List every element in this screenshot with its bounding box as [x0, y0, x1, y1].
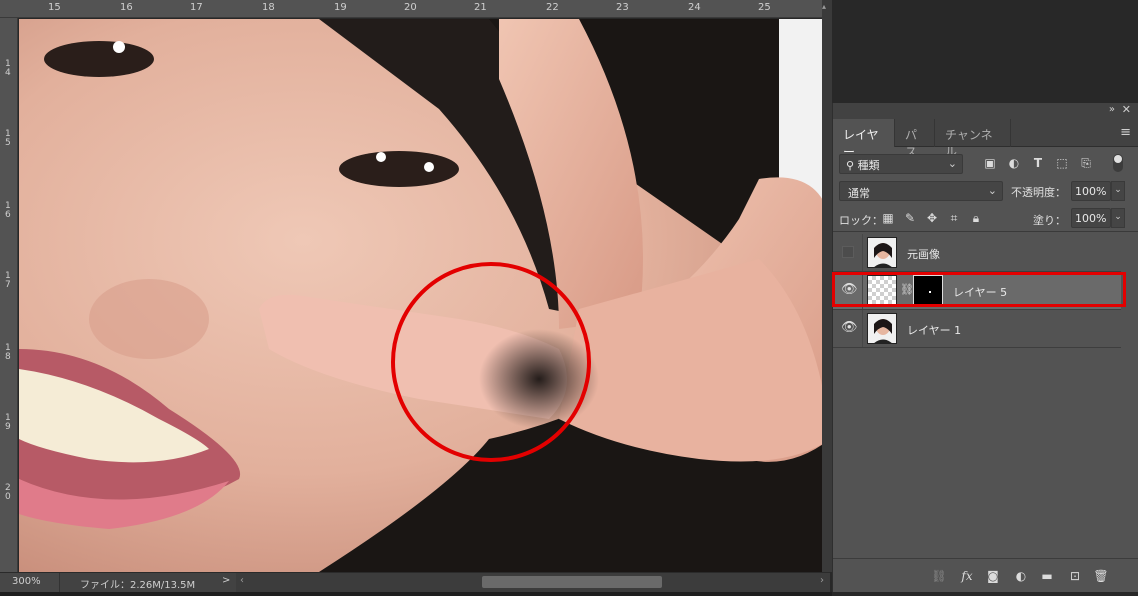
link-icon[interactable]: ⛓︎ — [900, 283, 914, 296]
smart-object-filter-icon[interactable]: ⎘ — [1079, 156, 1093, 170]
ruler-label: 17 — [190, 2, 203, 13]
lock-all-icon[interactable]: 🔒︎ — [969, 211, 983, 225]
ruler-label: 20 — [404, 2, 417, 13]
collapse-icon[interactable]: » — [1109, 104, 1115, 115]
opacity-label: 不透明度： — [1011, 186, 1066, 199]
status-bar: 300% ファイル：2.26M/13.5M > ‹ › — [0, 572, 830, 592]
scroll-thumb[interactable] — [482, 576, 662, 588]
ruler-label: 22 — [546, 2, 559, 13]
lock-position-icon[interactable]: ✥ — [925, 211, 939, 225]
ruler-label: 25 — [758, 2, 771, 13]
layer-thumbnail — [867, 275, 897, 306]
visibility-toggle[interactable]: 👁︎ — [833, 272, 863, 309]
fill-label: 塗り： — [1033, 214, 1066, 227]
adjustment-layer-icon[interactable]: ◐ — [1013, 568, 1029, 584]
visibility-toggle[interactable]: 👁︎ — [833, 310, 863, 347]
chevron-down-icon: ⌄ — [987, 184, 997, 197]
layers-panel: » ✕ レイヤー パス チャンネル ≡ ⚲ 種類 ⌄ ▣ ◐ T ⬚ ⎘ 通常 … — [832, 103, 1138, 592]
ruler-label: 18 — [5, 343, 11, 362]
eye-icon: 👁︎ — [841, 320, 858, 335]
fill-input[interactable]: 100% — [1071, 208, 1111, 228]
layer-row-layer5[interactable]: 👁︎ ⛓︎ レイヤー 5 — [833, 272, 1121, 310]
layer-name: レイヤー 1 — [907, 324, 962, 337]
fill-dropdown-icon[interactable]: ⌄ — [1111, 208, 1125, 228]
opacity-dropdown-icon[interactable]: ⌄ — [1111, 181, 1125, 201]
filter-label: 種類 — [857, 159, 880, 172]
ruler-label: 15 — [48, 2, 61, 13]
ruler-label: 19 — [334, 2, 347, 13]
zoom-level[interactable]: 300% — [0, 573, 60, 592]
scroll-right-icon[interactable]: › — [820, 575, 824, 586]
file-info: ファイル：2.26M/13.5M — [80, 580, 196, 591]
lock-row: ロック： ▦ ✎ ✥ ⌗ 🔒︎ 塗り： 100% ⌄ — [833, 205, 1138, 231]
photoshop-window: 15 16 17 18 19 20 21 22 23 24 25 14 15 1… — [0, 0, 1138, 596]
close-icon[interactable]: ✕ — [1122, 103, 1131, 116]
layer-thumbnail — [867, 313, 897, 344]
filter-toggle[interactable] — [1113, 154, 1123, 172]
panel-tabs: レイヤー パス チャンネル ≡ — [833, 119, 1138, 159]
ruler-label: 16 — [5, 201, 11, 220]
image-filter-icon[interactable]: ▣ — [983, 156, 997, 170]
layer-mask-thumbnail[interactable] — [913, 275, 943, 306]
scroll-up-icon[interactable]: ▴ — [822, 2, 826, 11]
filter-row: ⚲ 種類 ⌄ ▣ ◐ T ⬚ ⎘ — [833, 149, 1138, 177]
vertical-scrollbar[interactable]: ▴ — [822, 0, 832, 572]
search-icon: ⚲ — [846, 159, 855, 172]
ruler-label: 19 — [5, 413, 11, 432]
new-group-icon[interactable]: ▬ — [1039, 568, 1055, 584]
fx-icon[interactable]: fx — [959, 568, 975, 584]
layers-list: 元画像 👁︎ ⛓︎ レイヤー 5 👁︎ レイヤー 1 — [833, 231, 1138, 551]
chevron-down-icon: ⌄ — [947, 157, 957, 170]
document-canvas[interactable] — [19, 19, 830, 572]
opacity-input[interactable]: 100% — [1071, 181, 1111, 201]
panel-header: » ✕ — [833, 103, 1138, 119]
visibility-off-box — [842, 246, 854, 258]
ruler-label: 15 — [5, 129, 11, 148]
visibility-toggle[interactable] — [833, 234, 863, 271]
add-mask-icon[interactable]: ◙ — [985, 568, 1001, 584]
tab-layers[interactable]: レイヤー — [833, 119, 895, 159]
ruler-label: 14 — [5, 59, 11, 78]
ruler-label: 23 — [616, 2, 629, 13]
status-menu-arrow[interactable]: > — [222, 575, 230, 586]
scroll-left-icon[interactable]: ‹ — [240, 575, 244, 586]
link-layers-icon[interactable]: ⛓︎ — [931, 568, 947, 584]
lock-label: ロック： — [839, 214, 883, 227]
layer-name: 元画像 — [907, 248, 940, 261]
layer-name: レイヤー 5 — [953, 286, 1008, 299]
horizontal-ruler[interactable]: 15 16 17 18 19 20 21 22 23 24 25 — [0, 0, 830, 18]
adjustment-filter-icon[interactable]: ◐ — [1007, 156, 1021, 170]
ruler-label: 24 — [688, 2, 701, 13]
blend-mode-value: 通常 — [848, 187, 870, 200]
ruler-label: 20 — [5, 483, 11, 502]
layer-filter-select[interactable]: ⚲ 種類 ⌄ — [839, 154, 963, 174]
shape-filter-icon[interactable]: ⬚ — [1055, 156, 1069, 170]
eye-icon: 👁︎ — [841, 282, 858, 297]
layers-panel-toolbar: ⛓︎ fx ◙ ◐ ▬ ⊡ 🗑︎ — [833, 558, 1138, 592]
layer-thumbnail — [867, 237, 897, 268]
lock-transparent-icon[interactable]: ▦ — [881, 211, 895, 225]
tab-paths[interactable]: パス — [895, 119, 935, 159]
vertical-ruler[interactable]: 14 15 16 17 18 19 20 — [0, 18, 18, 572]
ruler-label: 17 — [5, 271, 11, 290]
layer-row-original[interactable]: 元画像 — [833, 234, 1121, 272]
horizontal-scrollbar[interactable]: ‹ › — [236, 573, 830, 592]
ruler-label: 21 — [474, 2, 487, 13]
tab-channels[interactable]: チャンネル — [935, 119, 1011, 159]
new-layer-icon[interactable]: ⊡ — [1067, 568, 1083, 584]
layer-row-layer1[interactable]: 👁︎ レイヤー 1 — [833, 310, 1121, 348]
type-filter-icon[interactable]: T — [1031, 156, 1045, 170]
blend-mode-select[interactable]: 通常 ⌄ — [839, 181, 1003, 201]
lock-artboard-icon[interactable]: ⌗ — [947, 211, 961, 225]
ruler-label: 18 — [262, 2, 275, 13]
trash-icon[interactable]: 🗑︎ — [1093, 568, 1109, 584]
photo-image — [19, 19, 830, 572]
panel-menu-icon[interactable]: ≡ — [1120, 125, 1131, 140]
ruler-label: 16 — [120, 2, 133, 13]
blend-row: 通常 ⌄ 不透明度： 100% ⌄ — [833, 177, 1138, 205]
lock-paint-icon[interactable]: ✎ — [903, 211, 917, 225]
